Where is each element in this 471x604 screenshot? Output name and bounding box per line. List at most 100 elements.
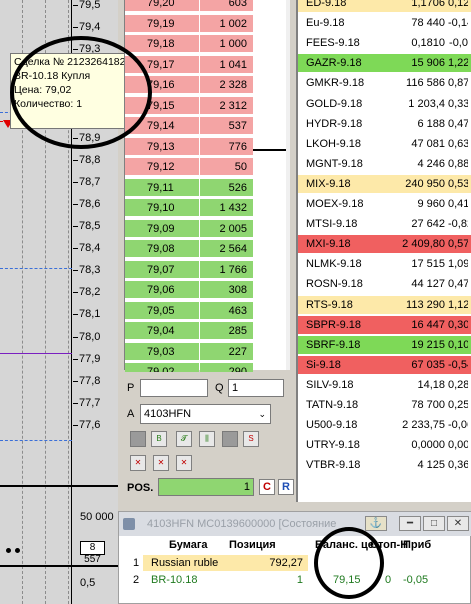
- book-volume[interactable]: 537: [200, 117, 253, 135]
- book-price[interactable]: 79,13: [125, 137, 199, 156]
- reverse-position-button[interactable]: R: [278, 479, 294, 495]
- col-instrument[interactable]: Бумага: [169, 539, 208, 551]
- book-volume[interactable]: 2 328: [200, 76, 253, 94]
- bid-row[interactable]: 79,11 526: [125, 178, 291, 197]
- bid-row[interactable]: 79,04 285: [125, 322, 291, 340]
- quote-row[interactable]: Si-9.18 67 035-0,54: [298, 355, 471, 375]
- ask-row[interactable]: 79,14 537: [125, 117, 291, 135]
- book-price[interactable]: 79,07: [125, 260, 199, 279]
- book-volume[interactable]: 1 041: [200, 55, 253, 74]
- book-price[interactable]: 79,03: [125, 342, 199, 361]
- sell-market-icon[interactable]: S: [243, 431, 259, 447]
- book-price[interactable]: 79,05: [125, 301, 199, 320]
- ask-row[interactable]: 79,18 1 000: [125, 35, 291, 53]
- book-price[interactable]: 79,11: [125, 178, 199, 197]
- bid-row[interactable]: 79,03 227: [125, 342, 291, 361]
- bid-row[interactable]: 79,06 308: [125, 281, 291, 299]
- col-pnl[interactable]: Приб: [403, 539, 431, 551]
- book-price[interactable]: 79,04: [125, 322, 199, 340]
- quotes-table[interactable]: ED-9.18 1,17060,12 Eu-9.18 78 440-0,14 FEES-…: [296, 0, 471, 502]
- quote-row[interactable]: TATN-9.18 78 700 0,25: [298, 396, 471, 415]
- book-volume[interactable]: 2 005: [200, 219, 253, 238]
- cancel-buy-icon[interactable]: ✕: [130, 455, 146, 471]
- positions-title-bar[interactable]: 4103HFN MC0139600000 [Состояние ⚓ ━ □ ✕: [119, 512, 471, 536]
- book-price[interactable]: 79,06: [125, 281, 199, 299]
- bid-row[interactable]: 79,05 463: [125, 301, 291, 320]
- quote-row[interactable]: VTBR-9.18 4 125 0,36: [298, 456, 471, 476]
- book-volume[interactable]: 1 432: [200, 199, 253, 217]
- book-volume[interactable]: 1 000: [200, 35, 253, 53]
- grey-toggle-icon[interactable]: [222, 431, 238, 447]
- book-price[interactable]: 79,08: [125, 240, 199, 258]
- ask-row[interactable]: 79,19 1 002: [125, 14, 291, 33]
- quote-row[interactable]: ED-9.18 1,1706 0,12: [298, 0, 471, 13]
- book-volume[interactable]: 308: [200, 281, 253, 299]
- book-volume[interactable]: 603: [200, 0, 253, 12]
- ask-row[interactable]: 79,17 1 041: [125, 55, 291, 74]
- book-price[interactable]: 79,09: [125, 219, 199, 238]
- quote-row[interactable]: SBPR-9.18 16 447 0,30: [298, 315, 471, 335]
- close-icon[interactable]: ✕: [447, 516, 469, 531]
- book-volume[interactable]: 50: [200, 158, 253, 176]
- bid-row[interactable]: 79,10 1 432: [125, 199, 291, 217]
- cancel-sell-icon[interactable]: ✕: [153, 455, 169, 471]
- minimize-icon[interactable]: ━: [399, 516, 421, 531]
- book-price[interactable]: 79,20: [125, 0, 199, 12]
- quote-row[interactable]: GAZR-9.18 15 906 1,22: [298, 54, 471, 74]
- pane-separator[interactable]: [0, 485, 118, 487]
- book-volume[interactable]: 1 766: [200, 260, 253, 279]
- quote-row[interactable]: MIX-9.18 240 950 0,53: [298, 174, 471, 194]
- quote-row[interactable]: MGNT-9.18 4 246 0,88: [298, 154, 471, 174]
- buy-limit-icon[interactable]: 𝓣: [176, 431, 192, 447]
- book-volume[interactable]: 776: [200, 137, 253, 156]
- quote-row[interactable]: NLMK-9.18 17 515 1,09: [298, 255, 471, 275]
- ask-row[interactable]: 79,12 50: [125, 158, 291, 176]
- quote-row[interactable]: GMKR-9.18 116 586 0,87: [298, 74, 471, 94]
- bid-row[interactable]: 79,09 2 005: [125, 219, 291, 238]
- quote-row[interactable]: LKOH-9.18 47 081 0,63: [298, 134, 471, 154]
- chevron-down-icon[interactable]: ⌄: [258, 405, 266, 423]
- grey-toggle-icon[interactable]: [130, 431, 146, 447]
- quote-row[interactable]: SBRF-9.18 19 215 0,10: [298, 335, 471, 355]
- quote-row[interactable]: Eu-9.18 78 440-0,14: [298, 14, 471, 34]
- close-position-button[interactable]: C: [259, 479, 275, 495]
- quantity-input[interactable]: 1: [228, 379, 284, 397]
- quote-row[interactable]: RTS-9.18 113 290 1,12: [298, 295, 471, 315]
- ask-row[interactable]: 79,20 603: [125, 0, 291, 12]
- quote-row[interactable]: MOEX-9.18 9 960 0,41: [298, 195, 471, 214]
- book-volume[interactable]: 526: [200, 178, 253, 197]
- quote-row[interactable]: MXI-9.18 2 409,80 0,57: [298, 235, 471, 255]
- quote-row[interactable]: SILV-9.18 14,18 0,28: [298, 375, 471, 395]
- cancel-all-icon[interactable]: ✕: [176, 455, 192, 471]
- book-volume[interactable]: 2 312: [200, 96, 253, 115]
- book-price[interactable]: 79,18: [125, 35, 199, 53]
- book-price[interactable]: 79,10: [125, 199, 199, 217]
- book-volume[interactable]: 1 002: [200, 14, 253, 33]
- positions-window[interactable]: 4103HFN MC0139600000 [Состояние ⚓ ━ □ ✕ …: [118, 511, 471, 604]
- quote-row[interactable]: UTRY-9.18 0,0000 0,00: [298, 436, 471, 456]
- position-instrument[interactable]: Russian ruble: [151, 557, 218, 569]
- maximize-icon[interactable]: □: [423, 516, 445, 531]
- buy-stop-icon[interactable]: ⫼: [199, 431, 215, 447]
- quote-row[interactable]: ROSN-9.18 44 127 0,47: [298, 275, 471, 295]
- bid-row[interactable]: 79,07 1 766: [125, 260, 291, 279]
- buy-market-icon[interactable]: B: [151, 431, 167, 447]
- order-book[interactable]: 79,20 603 79,19 1 002 79,18 1 000 79,17 1 041 79…: [124, 0, 291, 463]
- position-instrument[interactable]: BR-10.18: [151, 574, 197, 586]
- bid-row[interactable]: 79,08 2 564: [125, 240, 291, 258]
- quote-row[interactable]: U500-9.18 2 233,75-0,06: [298, 416, 471, 436]
- quote-row[interactable]: MTSI-9.18 27 642-0,82: [298, 215, 471, 235]
- book-price[interactable]: 79,19: [125, 14, 199, 33]
- book-volume[interactable]: 463: [200, 301, 253, 320]
- book-volume[interactable]: 285: [200, 322, 253, 340]
- quote-row[interactable]: FEES-9.18 0,1810 -0,0: [298, 34, 471, 54]
- book-volume[interactable]: 2 564: [200, 240, 253, 258]
- book-price[interactable]: 79,12: [125, 158, 199, 176]
- price-input[interactable]: [140, 379, 208, 397]
- pane-separator[interactable]: [0, 565, 118, 567]
- anchor-icon[interactable]: ⚓: [365, 516, 387, 531]
- account-select[interactable]: 4103HFN ⌄: [140, 404, 271, 424]
- col-position[interactable]: Позиция: [229, 539, 276, 551]
- book-volume[interactable]: 227: [200, 342, 253, 361]
- ask-row[interactable]: 79,13 776: [125, 137, 291, 156]
